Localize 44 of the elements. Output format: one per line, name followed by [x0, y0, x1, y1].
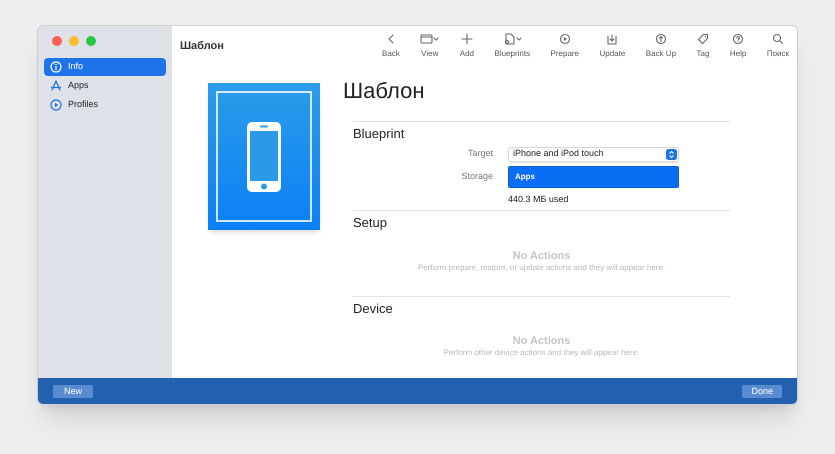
close-button[interactable]: [52, 36, 62, 46]
search-icon: [772, 32, 784, 44]
storage-fill: Apps: [509, 166, 678, 186]
window-title: Шаблон: [180, 38, 225, 54]
sidebar-item[interactable]: Apps: [44, 77, 166, 95]
play-circle-icon: [558, 32, 571, 44]
toolbar-button[interactable]: Tag: [694, 32, 712, 60]
page-heading: Шаблон: [343, 77, 426, 105]
window-icon: [420, 32, 440, 44]
upload-circle-icon: [654, 32, 667, 44]
help-icon: [732, 32, 744, 44]
target-popup[interactable]: iPhone and iPod touch: [508, 146, 679, 162]
section-title: Setup: [353, 214, 388, 232]
toolbar-button[interactable]: Поиск: [764, 32, 791, 60]
empty-state-text: Perform other device actions and they will appear here.: [444, 347, 640, 359]
tag-icon: [696, 32, 709, 44]
toolbar-button[interactable]: Update: [598, 32, 628, 60]
empty-state-title: No Actions: [512, 250, 570, 262]
plus-icon: [460, 32, 473, 44]
toolbar-button[interactable]: Blueprints: [492, 32, 532, 60]
toolbar-button[interactable]: Help: [728, 32, 748, 60]
field-label: Storage: [460, 170, 493, 183]
sidebar-item[interactable]: Profiles: [44, 96, 166, 114]
blueprint-icon: [208, 83, 320, 230]
section-title: Blueprint: [353, 125, 406, 143]
play-circle-icon: [50, 99, 62, 111]
document-icon: [502, 32, 522, 44]
zoom-button[interactable]: [86, 36, 96, 46]
section-title: Device: [353, 300, 394, 318]
empty-state-title: No Actions: [512, 335, 570, 347]
info-icon: [50, 61, 62, 73]
empty-state-text: Perform prepare, restore, or update actions and they will appear here.: [418, 262, 666, 274]
toolbar-button[interactable]: Prepare: [548, 32, 582, 60]
sidebar-item[interactable]: Info: [44, 58, 166, 76]
field-label: Target: [466, 147, 493, 160]
stepper-icon: [666, 148, 677, 160]
toolbar-button[interactable]: Add: [458, 32, 476, 60]
minimize-button[interactable]: [69, 36, 79, 46]
toolbar-button[interactable]: Back: [380, 32, 402, 60]
toolbar-button[interactable]: View: [418, 32, 442, 60]
download-icon: [606, 32, 618, 44]
storage-used-text: 440.3 МБ used: [508, 192, 570, 206]
app-store-icon: [50, 80, 62, 92]
toolbar-button[interactable]: Back Up: [644, 32, 678, 60]
